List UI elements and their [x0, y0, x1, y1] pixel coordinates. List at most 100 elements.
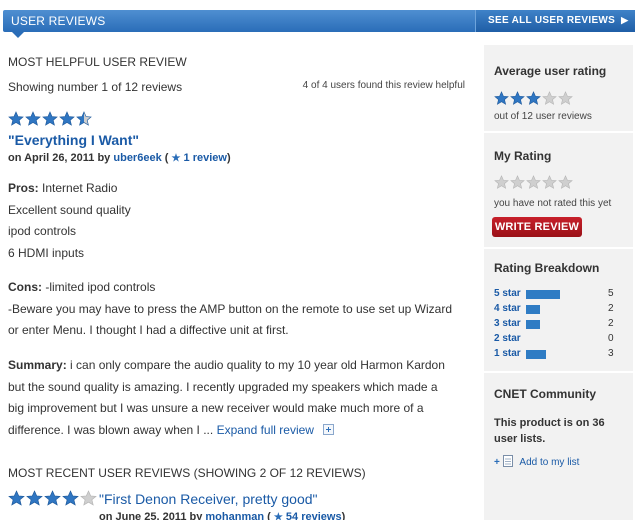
star-icon [80, 490, 97, 506]
breakdown-bar [526, 290, 560, 299]
breakdown-bar [526, 305, 540, 314]
summary-block: Summary: i can only compare the audio qu… [8, 355, 468, 441]
review-body: Pros: Internet Radio Excellent sound qua… [8, 178, 468, 264]
breakdown-count: 2 [608, 318, 614, 329]
star-icon [25, 111, 41, 126]
star-icon[interactable] [510, 175, 525, 190]
add-to-list-link[interactable]: + Add to my list [494, 455, 624, 468]
breakdown-bar-track [526, 305, 606, 314]
breakdown-label: 3 star [494, 318, 521, 329]
star-icon [44, 490, 61, 506]
community-text: This product is on 36 [494, 417, 605, 429]
pros-block: Pros: Internet Radio [8, 178, 468, 200]
star-icon: ★ [273, 512, 283, 520]
breakdown-count: 0 [608, 333, 614, 344]
cons-line: -Beware you may have to press the AMP bu… [8, 301, 453, 316]
paren-open: ( [164, 152, 169, 164]
breakdown-bar-track [526, 335, 606, 344]
pros-label: Pros: [8, 181, 39, 195]
paren-close: ) [341, 511, 346, 520]
plus-icon: + [494, 457, 500, 468]
author-review-count-link[interactable]: 1 review [184, 152, 227, 164]
average-rating-block: Average user rating [494, 64, 624, 78]
cons-block: Cons: -limited ipod controls -Beware you… [8, 277, 468, 342]
helpful-count: 4 of 4 users found this review helpful [302, 80, 465, 91]
author-link[interactable]: uber6eek [113, 152, 161, 164]
most-recent-heading: MOST RECENT USER REVIEWS (SHOWING 2 OF 1… [8, 466, 366, 480]
paren-close: ) [226, 152, 231, 164]
recent-author-link[interactable]: mohanman [205, 511, 264, 520]
document-icon [502, 455, 513, 467]
summary-line: i can only compare the audio quality to … [70, 358, 445, 372]
breakdown-row-2[interactable]: 2 star 0 [494, 333, 624, 347]
average-rating-heading: Average user rating [494, 64, 607, 78]
community-heading: CNET Community [494, 387, 596, 401]
expand-review-link[interactable]: Expand full review [217, 423, 314, 437]
breakdown-row-4[interactable]: 4 star 2 [494, 303, 624, 317]
my-rating-heading: My Rating [494, 149, 552, 163]
sidebar-divider [484, 371, 633, 373]
user-reviews-header: USER REVIEWS SEE ALL USER REVIEWS ▶ [3, 10, 635, 32]
breakdown-bar [526, 350, 546, 359]
review-date: on April 26, 2011 by [8, 152, 111, 164]
breakdown-bar-track [526, 350, 606, 359]
breakdown-bar-track [526, 290, 606, 299]
most-helpful-heading: MOST HELPFUL USER REVIEW [8, 55, 187, 69]
recent-review-date: on June 25, 2011 by [99, 511, 203, 520]
star-icon [42, 111, 58, 126]
star-icon [76, 111, 92, 126]
breakdown-bar [526, 320, 540, 329]
star-icon [510, 91, 525, 105]
see-all-label: SEE ALL USER REVIEWS [488, 15, 616, 26]
breakdown-bar-track [526, 320, 606, 329]
ratings-sidebar: Average user rating out of 12 user revie… [484, 45, 633, 520]
summary-line: difference. I was blown away when I ... [8, 422, 214, 437]
my-rating-stars[interactable] [494, 175, 574, 190]
main-column: MOST HELPFUL USER REVIEW Showing number … [8, 55, 473, 94]
summary-line: big improvement but I was unsure a new r… [8, 401, 424, 415]
recent-review-title-link[interactable]: "First Denon Receiver, pretty good" [99, 491, 317, 507]
add-to-list-label: Add to my list [519, 457, 580, 468]
breakdown-row-3[interactable]: 3 star 2 [494, 318, 624, 332]
pros-line: 6 HDMI inputs [8, 245, 85, 260]
star-icon [8, 490, 25, 506]
star-icon: ★ [171, 153, 181, 164]
triangle-right-icon: ▶ [621, 15, 629, 25]
user-lists-link[interactable]: user lists. [494, 431, 624, 447]
breakdown-label: 1 star [494, 348, 521, 359]
my-rating-caption: you have not rated this yet [494, 198, 612, 209]
cons-label: Cons: [8, 280, 42, 294]
review-star-rating [8, 111, 93, 127]
breakdown-count: 3 [608, 348, 614, 359]
see-all-reviews-link[interactable]: SEE ALL USER REVIEWS ▶ [475, 10, 635, 32]
recent-author-review-count-link[interactable]: 54 reviews [286, 511, 342, 520]
cons-line: or enter Menu. I thought I had a diffect… [8, 323, 289, 337]
expand-plus-icon[interactable] [323, 423, 335, 435]
recent-review-byline: on June 25, 2011 by mohanman ( ★ 54 revi… [99, 511, 345, 520]
star-icon [558, 91, 573, 105]
sidebar-divider [484, 131, 633, 133]
star-icon [26, 490, 43, 506]
cons-line: -limited ipod controls [45, 280, 156, 294]
star-icon [62, 490, 79, 506]
average-rating-caption: out of 12 user reviews [494, 111, 592, 122]
breakdown-count: 2 [608, 303, 614, 314]
star-icon[interactable] [526, 175, 541, 190]
star-icon [8, 111, 24, 126]
breakdown-row-1[interactable]: 1 star 3 [494, 348, 624, 362]
paren-open: ( [267, 511, 271, 520]
showing-count: Showing number 1 of 12 reviews [8, 80, 183, 94]
summary-line: but the sound quality is amazing. I rece… [8, 379, 438, 394]
review-title-link[interactable]: "Everything I Want" [8, 132, 139, 148]
breakdown-label: 5 star [494, 288, 521, 299]
star-icon [59, 111, 75, 126]
average-star-rating [494, 91, 574, 106]
recent-review-star-rating [8, 490, 98, 507]
star-icon[interactable] [558, 175, 573, 190]
rating-breakdown-heading: Rating Breakdown [494, 261, 600, 275]
star-icon[interactable] [494, 175, 509, 190]
breakdown-row-5[interactable]: 5 star 5 [494, 288, 624, 302]
review-byline: on April 26, 2011 by uber6eek ( ★ 1 revi… [8, 152, 231, 164]
write-review-button[interactable]: WRITE REVIEW [492, 217, 582, 237]
star-icon[interactable] [542, 175, 557, 190]
